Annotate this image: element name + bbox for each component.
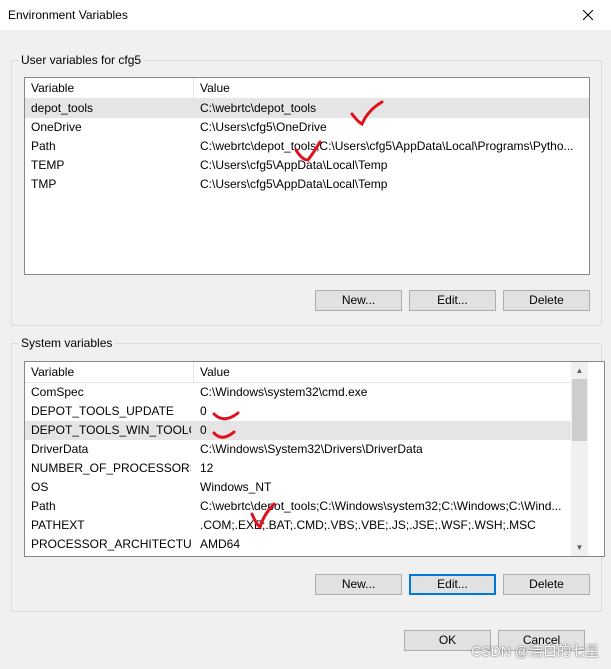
- system-new-button[interactable]: New...: [315, 574, 402, 595]
- list-item[interactable]: OneDrive C:\Users\cfg5\OneDrive: [25, 118, 589, 137]
- variable-name: Path: [31, 499, 56, 513]
- list-header: Variable Value: [25, 78, 589, 99]
- checkmark-annotation-icon: [350, 100, 384, 127]
- variable-name: OS: [31, 480, 49, 494]
- variable-name: PROCESSOR_ARCHITECTURE: [31, 537, 191, 551]
- variable-name: depot_tools: [31, 101, 94, 115]
- user-variables-list[interactable]: Variable Value depot_tools C:\webrtc\depo…: [24, 77, 590, 275]
- list-item[interactable]: ComSpec C:\Windows\system32\cmd.exe: [25, 383, 571, 402]
- variable-name: TEMP: [31, 158, 65, 172]
- list-item[interactable]: OS Windows_NT: [25, 478, 571, 497]
- variable-value: C:\Users\cfg5\OneDrive: [200, 120, 327, 134]
- variable-name: ComSpec: [31, 385, 84, 399]
- list-item[interactable]: NUMBER_OF_PROCESSORS 12: [25, 459, 571, 478]
- list-item[interactable]: Path C:\webrtc\depot_tools;C:\Windows\sys…: [25, 497, 571, 516]
- underline-annotation-icon: [212, 430, 236, 439]
- column-header-value[interactable]: Value: [194, 362, 572, 382]
- variable-value: C:\webrtc\depot_tools;C:\Users\cfg5\AppD…: [200, 139, 574, 153]
- variable-value: Windows_NT: [200, 480, 272, 494]
- variable-value: 12: [200, 461, 214, 475]
- system-delete-button[interactable]: Delete: [503, 574, 590, 595]
- user-delete-button[interactable]: Delete: [503, 290, 590, 311]
- user-edit-button[interactable]: Edit...: [409, 290, 496, 311]
- checkmark-annotation-icon: [294, 140, 322, 162]
- dialog-body: User variables for cfg5 Variable Value d…: [0, 30, 611, 669]
- variable-name: PATHEXT: [31, 518, 85, 532]
- title-bar: Environment Variables: [0, 0, 611, 30]
- list-item[interactable]: DEPOT_TOOLS_WIN_TOOLC... 0: [25, 421, 571, 440]
- variable-name: DEPOT_TOOLS_UPDATE: [31, 404, 174, 418]
- variable-name: DEPOT_TOOLS_WIN_TOOLC...: [31, 423, 191, 437]
- list-item[interactable]: DriverData C:\Windows\System32\Drivers\Dr…: [25, 440, 571, 459]
- variable-name: NUMBER_OF_PROCESSORS: [31, 461, 191, 475]
- variable-value: C:\Users\cfg5\AppData\Local\Temp: [200, 158, 388, 172]
- list-item[interactable]: PROCESSOR_ARCHITECTURE AMD64: [25, 535, 571, 554]
- variable-value: C:\Users\cfg5\AppData\Local\Temp: [200, 177, 388, 191]
- column-header-value[interactable]: Value: [194, 78, 589, 98]
- variable-value: 0: [200, 404, 207, 418]
- variable-name: TMP: [31, 177, 57, 191]
- close-button[interactable]: [565, 0, 611, 30]
- close-icon: [583, 10, 593, 20]
- list-item[interactable]: depot_tools C:\webrtc\depot_tools: [25, 99, 589, 118]
- scroll-up-icon[interactable]: ▲: [571, 362, 588, 379]
- watermark: CSDN @洁白的七星: [471, 643, 599, 659]
- window-title: Environment Variables: [8, 8, 128, 22]
- column-header-variable[interactable]: Variable: [25, 78, 194, 98]
- system-variables-group: System variables Variable Value ComSpec C…: [11, 336, 605, 612]
- checkmark-annotation-icon: [250, 502, 276, 530]
- variable-name: DriverData: [31, 442, 89, 456]
- variable-value: C:\Windows\system32\cmd.exe: [200, 385, 368, 399]
- variable-value: AMD64: [200, 537, 241, 551]
- scrollbar-thumb[interactable]: [572, 379, 587, 441]
- variable-value: 0: [200, 423, 207, 437]
- list-item[interactable]: DEPOT_TOOLS_UPDATE 0: [25, 402, 571, 421]
- system-variables-list[interactable]: Variable Value ComSpec C:\Windows\system3…: [24, 361, 605, 557]
- column-header-variable[interactable]: Variable: [25, 362, 194, 382]
- vertical-scrollbar[interactable]: ▲ ▼: [571, 362, 588, 556]
- list-item[interactable]: PATHEXT .COM;.EXE;.BAT;.CMD;.VBS;.VBE;.JS…: [25, 516, 571, 535]
- variable-value: C:\Windows\System32\Drivers\DriverData: [200, 442, 423, 456]
- system-variables-legend: System variables: [18, 336, 116, 350]
- variable-name: OneDrive: [31, 120, 82, 134]
- list-header: Variable Value: [25, 362, 572, 383]
- scroll-down-icon[interactable]: ▼: [571, 539, 588, 556]
- user-variables-legend: User variables for cfg5: [18, 53, 145, 67]
- variable-name: Path: [31, 139, 56, 153]
- system-edit-button[interactable]: Edit...: [409, 574, 496, 595]
- underline-annotation-icon: [212, 411, 240, 421]
- user-new-button[interactable]: New...: [315, 290, 402, 311]
- variable-value: C:\webrtc\depot_tools: [200, 101, 317, 115]
- list-item[interactable]: TMP C:\Users\cfg5\AppData\Local\Temp: [25, 175, 589, 194]
- user-variables-group: User variables for cfg5 Variable Value d…: [11, 53, 602, 326]
